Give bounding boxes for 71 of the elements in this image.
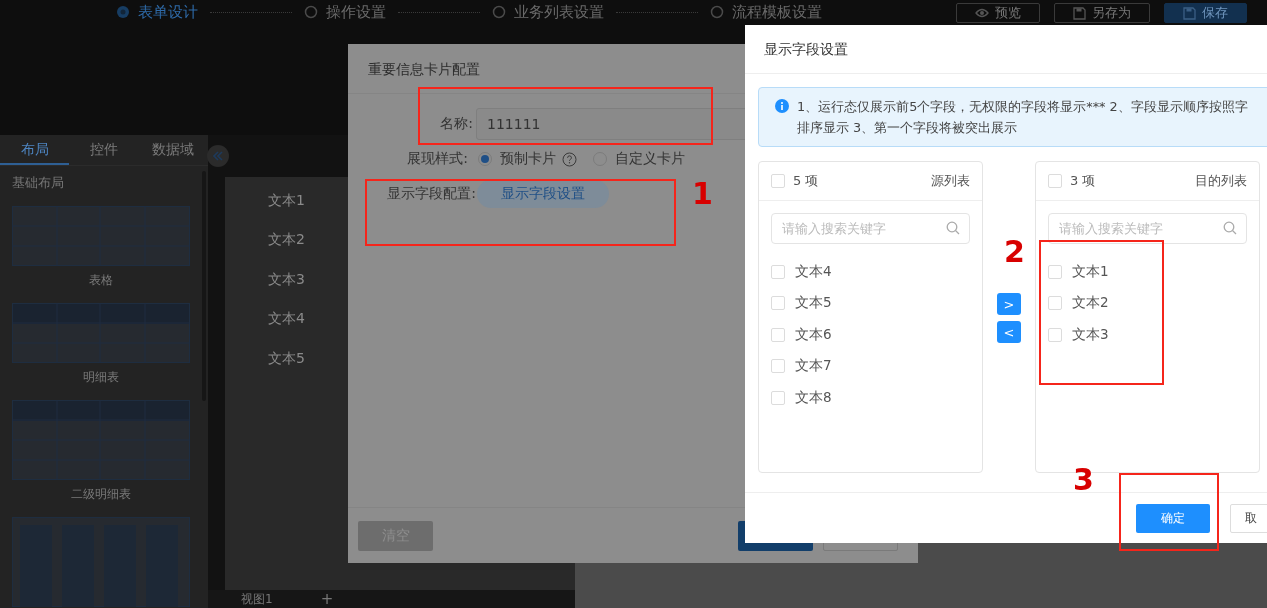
section-title: 基础布局 — [12, 174, 64, 192]
save-as-button[interactable]: 另存为 — [1054, 3, 1150, 23]
item-checkbox[interactable] — [1048, 327, 1062, 342]
field-settings-button[interactable]: 显示字段设置 — [477, 180, 609, 208]
annotation-number: 1 — [692, 176, 713, 212]
style-label: 展现样式: — [406, 150, 468, 168]
search-icon — [1223, 221, 1237, 235]
item-checkbox[interactable] — [771, 264, 785, 279]
item-checkbox[interactable] — [771, 390, 785, 405]
step-label[interactable]: 表单设计 — [138, 3, 198, 21]
list-item-label[interactable]: 文本4 — [795, 262, 832, 281]
cancel-button[interactable]: 取 — [1230, 503, 1267, 533]
save-button[interactable]: 保存 — [1164, 3, 1247, 23]
select-all-checkbox[interactable] — [1048, 174, 1062, 188]
item-checkbox[interactable] — [1048, 264, 1062, 279]
collapse-icon[interactable] — [207, 145, 229, 167]
eye-icon — [975, 7, 989, 19]
search-field[interactable]: 请输入搜索关键字 — [1048, 213, 1247, 244]
item-count: 5 项 — [793, 172, 819, 190]
move-right-button[interactable]: > — [997, 293, 1021, 315]
list-title: 源列表 — [931, 172, 970, 190]
radio-label[interactable]: 预制卡片 — [500, 150, 556, 168]
item-count: 3 项 — [1070, 172, 1096, 190]
field-label: 文本4 — [267, 310, 306, 329]
item-checkbox[interactable] — [1048, 296, 1062, 311]
search-field[interactable]: 请输入搜索关键字 — [771, 213, 970, 244]
layout-label: 表格 — [88, 272, 114, 289]
field-label: 文本5 — [267, 349, 306, 368]
name-label: 名称: — [439, 115, 473, 133]
search-icon — [946, 221, 960, 235]
radio-label[interactable]: 自定义卡片 — [615, 150, 685, 168]
list-item-label[interactable]: 文本5 — [795, 294, 832, 313]
item-checkbox[interactable] — [771, 327, 785, 342]
confirm-button[interactable]: 确定 — [1136, 503, 1210, 533]
preview-button[interactable]: 预览 — [956, 3, 1040, 23]
notice-text: 1、运行态仅展示前5个字段，无权限的字段将显示*** 2、字段显示顺序按照字 — [797, 98, 1248, 116]
panel-tab[interactable]: 布局 — [0, 135, 70, 165]
info-icon — [775, 99, 789, 113]
annotation-number: 3 — [1073, 462, 1094, 498]
list-item-label[interactable]: 文本3 — [1072, 325, 1109, 344]
annotation-number: 2 — [1004, 234, 1025, 270]
view-tab[interactable]: 视图1 — [241, 590, 273, 608]
layout-label: 二级明细表 — [70, 486, 132, 503]
step-label[interactable]: 流程模板设置 — [732, 3, 822, 21]
list-item-label[interactable]: 文本8 — [795, 388, 832, 407]
table-layout-thumbnail[interactable] — [12, 303, 190, 363]
column-layout-thumbnail[interactable] — [12, 517, 190, 607]
help-icon[interactable] — [562, 151, 577, 167]
item-checkbox[interactable] — [771, 296, 785, 311]
list-item-label[interactable]: 文本1 — [1072, 262, 1109, 281]
panel-tab[interactable]: 控件 — [69, 135, 139, 165]
list-item-label[interactable]: 文本6 — [795, 325, 832, 344]
fields-label: 显示字段配置: — [386, 185, 476, 203]
panel-tab[interactable]: 数据域 — [138, 135, 208, 165]
field-label: 文本1 — [267, 191, 306, 210]
notice-text: 排序显示 3、第一个字段将被突出展示 — [797, 119, 1019, 137]
field-label: 文本3 — [267, 270, 306, 289]
list-item-label[interactable]: 文本2 — [1072, 294, 1109, 313]
move-left-button[interactable]: < — [997, 321, 1021, 343]
radio-button[interactable] — [478, 152, 492, 166]
list-title: 目的列表 — [1195, 172, 1247, 190]
step-label[interactable]: 操作设置 — [326, 3, 386, 21]
table-layout-thumbnail[interactable] — [12, 206, 190, 266]
layout-label: 明细表 — [82, 369, 120, 386]
field-label: 文本2 — [267, 231, 306, 250]
item-checkbox[interactable] — [771, 359, 785, 374]
table-layout-thumbnail[interactable] — [12, 400, 190, 480]
list-item-label[interactable]: 文本7 — [795, 357, 832, 376]
step-label[interactable]: 业务列表设置 — [514, 3, 604, 21]
add-view-button[interactable]: + — [320, 590, 334, 608]
select-all-checkbox[interactable] — [771, 174, 785, 188]
